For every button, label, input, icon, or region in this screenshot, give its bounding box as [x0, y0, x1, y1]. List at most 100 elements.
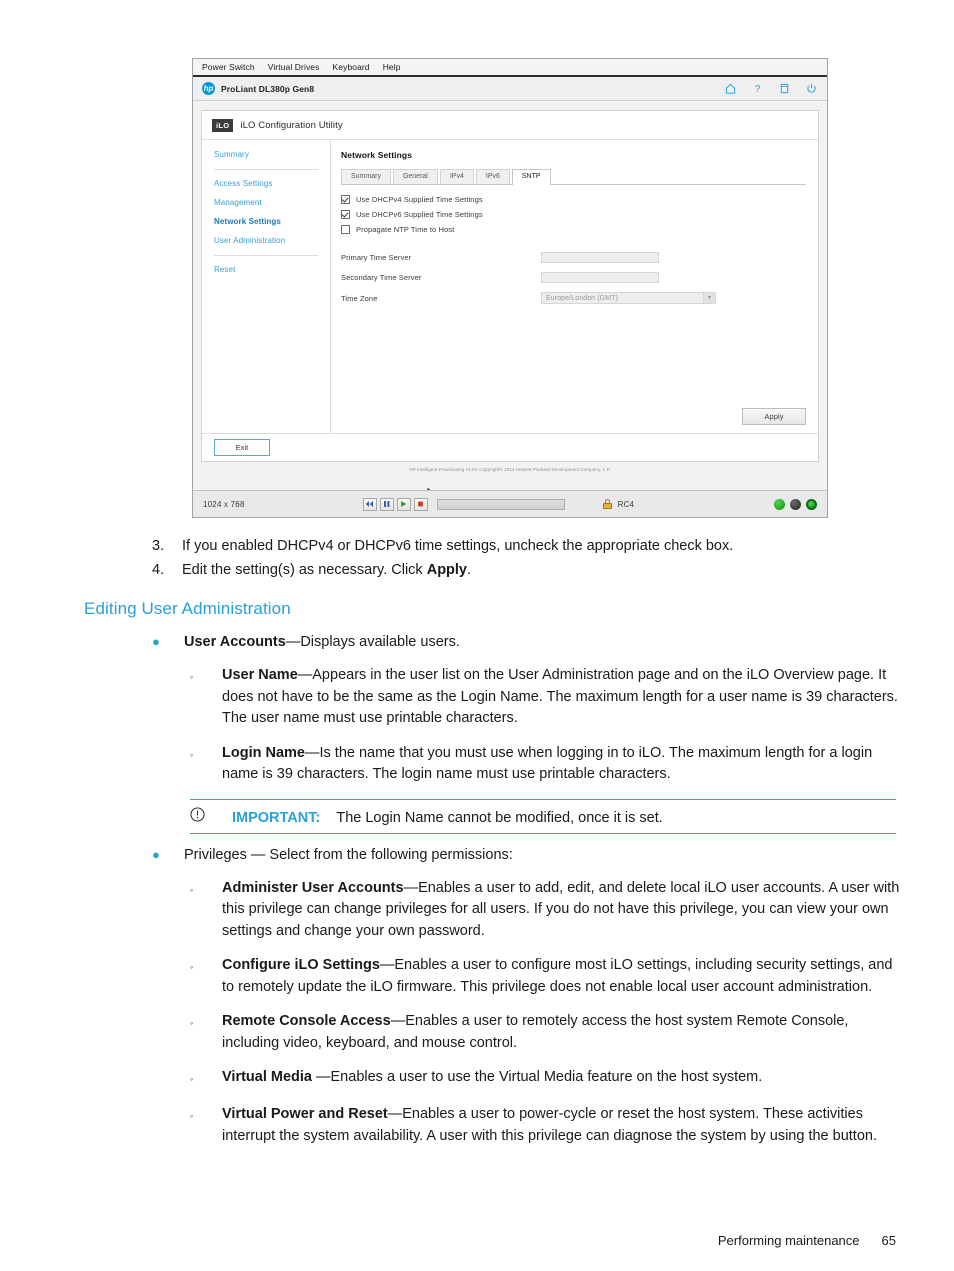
- media-progress-bar[interactable]: [436, 498, 565, 510]
- copyright-text: HP Intelligent Provisioning v1.6X Copyri…: [409, 467, 611, 472]
- privilege-3-bold: Virtual Media: [222, 1069, 317, 1085]
- footer-chapter: Performing maintenance: [717, 1233, 860, 1248]
- privilege-administer-user-accounts: ◦ Administer User Accounts—Enables a use…: [190, 878, 954, 943]
- tab-general[interactable]: General: [392, 169, 438, 184]
- page-footer: Performing maintenance 65: [718, 1233, 896, 1248]
- field-row-time-zone: Time Zone Europe/London (GMT) ▼: [341, 292, 806, 304]
- tab-ipv4[interactable]: IPv4: [439, 169, 474, 184]
- sidebar-divider-bottom: [214, 255, 318, 256]
- sub-bullet-icon: ◦: [190, 1018, 194, 1028]
- time-zone-select[interactable]: Europe/London (GMT) ▼: [541, 292, 716, 304]
- sub-bullet-user-name-rest: —Appears in the user list on the User Ad…: [222, 667, 898, 726]
- sidebar-item-reset[interactable]: Reset: [214, 265, 330, 274]
- rewind-icon[interactable]: [362, 497, 377, 511]
- exit-button[interactable]: Exit: [214, 439, 270, 456]
- important-label: IMPORTANT:: [232, 809, 321, 826]
- menu-item-power-switch[interactable]: Power Switch: [202, 62, 255, 72]
- step-3: 3. If you enabled DHCPv4 or DHCPv6 time …: [152, 535, 954, 558]
- chevron-down-icon[interactable]: ▼: [703, 293, 715, 303]
- step-4-text-after: .: [467, 562, 472, 578]
- sub-bullet-user-name-text: User Name—Appears in the user list on th…: [222, 665, 954, 730]
- privilege-1-text: Configure iLO Settings—Enables a user to…: [222, 955, 954, 998]
- checkbox-propagate-ntp-label: Propagate NTP Time to Host: [356, 225, 455, 234]
- home-icon[interactable]: [725, 83, 736, 94]
- privilege-configure-ilo-settings: ◦ Configure iLO Settings—Enables a user …: [190, 955, 954, 998]
- status-led-2: [790, 498, 801, 510]
- utility-title: iLO Configuration Utility: [240, 119, 343, 131]
- checkbox-row-propagate-ntp[interactable]: Propagate NTP Time to Host: [341, 225, 806, 234]
- sidebar-item-management[interactable]: Management: [214, 198, 330, 207]
- primary-time-server-label: Primary Time Server: [341, 253, 412, 262]
- sub-bullet-user-name: ◦ User Name—Appears in the user list on …: [190, 665, 954, 730]
- privilege-2-bold: Remote Console Access: [222, 1013, 391, 1029]
- sub-bullet-icon: ◦: [190, 962, 194, 972]
- menu-item-keyboard[interactable]: Keyboard: [333, 62, 370, 72]
- hp-logo-icon: hp: [202, 82, 215, 95]
- privilege-4-text: Virtual Power and Reset—Enables a user t…: [222, 1104, 954, 1147]
- ilo-console-screenshot: Power Switch Virtual Drives Keyboard Hel…: [192, 58, 828, 518]
- privilege-3-text: Virtual Media —Enables a user to use the…: [222, 1067, 954, 1091]
- sub-bullet-login-name-rest: —Is the name that you must use when logg…: [222, 744, 873, 783]
- sub-bullet-icon: ◦: [190, 884, 194, 895]
- sub-bullet-icon: ◦: [190, 672, 194, 682]
- step-4-text: Edit the setting(s) as necessary. Click …: [182, 559, 954, 582]
- tab-ipv6[interactable]: IPv6: [475, 169, 510, 184]
- privilege-1-bold: Configure iLO Settings: [222, 957, 380, 973]
- privilege-virtual-power-and-reset: ◦ Virtual Power and Reset—Enables a user…: [190, 1104, 954, 1147]
- sidebar-item-summary[interactable]: Summary: [214, 150, 330, 159]
- privilege-0-text: Administer User Accounts—Enables a user …: [222, 878, 954, 943]
- time-zone-label: Time Zone: [341, 293, 378, 303]
- record-icon[interactable]: [413, 497, 428, 511]
- step-3-number: 3.: [152, 538, 165, 554]
- content-pane: Network Settings Summary General IPv4 IP…: [331, 140, 818, 433]
- bullet-icon: ●: [152, 634, 160, 649]
- product-header: hp ProLiant DL380p Gen8 ?: [193, 77, 827, 101]
- media-controls: [362, 497, 565, 511]
- sidebar-item-user-administration[interactable]: User Administration: [214, 236, 330, 245]
- help-icon[interactable]: ?: [752, 83, 763, 95]
- apply-button[interactable]: Apply: [742, 408, 806, 425]
- menu-item-virtual-drives[interactable]: Virtual Drives: [268, 62, 320, 72]
- secondary-time-server-input[interactable]: [541, 272, 659, 283]
- status-led-group: [774, 498, 817, 510]
- field-row-secondary-time-server: Secondary Time Server: [341, 272, 806, 283]
- product-title: ProLiant DL380p Gen8: [221, 83, 315, 94]
- power-icon[interactable]: [806, 83, 817, 94]
- sidebar-nav: Summary Access Settings Management Netwo…: [202, 140, 331, 433]
- checkbox-dhcpv6[interactable]: [341, 210, 350, 219]
- window-icon[interactable]: [779, 83, 790, 94]
- bullet-user-accounts-rest: —Displays available users.: [285, 634, 460, 650]
- checkbox-dhcpv6-label: Use DHCPv6 Supplied Time Settings: [356, 210, 483, 219]
- privilege-2-text: Remote Console Access—Enables a user to …: [222, 1011, 954, 1054]
- play-icon[interactable]: [396, 497, 411, 511]
- checkbox-row-dhcpv4[interactable]: Use DHCPv4 Supplied Time Settings: [341, 195, 806, 204]
- utility-title-bar: iLO iLO Configuration Utility: [202, 111, 818, 140]
- step-4-bold: Apply: [426, 562, 467, 578]
- sidebar-item-network-settings[interactable]: Network Settings: [214, 217, 330, 226]
- step-4: 4. Edit the setting(s) as necessary. Cli…: [152, 559, 954, 582]
- tab-sntp[interactable]: SNTP: [511, 169, 551, 185]
- pause-icon[interactable]: [379, 497, 394, 511]
- sub-bullet-user-name-bold: User Name: [222, 667, 298, 683]
- header-icon-group: ?: [725, 83, 817, 95]
- checkbox-row-dhcpv6[interactable]: Use DHCPv6 Supplied Time Settings: [341, 210, 806, 219]
- console-menu-bar: Power Switch Virtual Drives Keyboard Hel…: [193, 59, 827, 77]
- utility-body: Summary Access Settings Management Netwo…: [202, 140, 818, 433]
- checkbox-dhcpv4[interactable]: [341, 195, 350, 204]
- console-status-bar: 1024 x 768 RC4: [193, 490, 827, 517]
- sidebar-item-access-settings[interactable]: Access Settings: [214, 179, 330, 188]
- checkbox-propagate-ntp[interactable]: [341, 225, 350, 234]
- checkbox-dhcpv4-label: Use DHCPv4 Supplied Time Settings: [356, 195, 483, 204]
- document-body: 3. If you enabled DHCPv4 or DHCPv6 time …: [0, 535, 954, 1160]
- sub-bullet-icon: ◦: [190, 1074, 194, 1084]
- tab-summary[interactable]: Summary: [341, 169, 391, 184]
- privilege-3-rest: —Enables a user to use the Virtual Media…: [316, 1069, 763, 1085]
- primary-time-server-input[interactable]: [541, 252, 659, 263]
- menu-item-help[interactable]: Help: [383, 62, 401, 72]
- encryption-indicator: RC4: [602, 499, 635, 509]
- step-4-number: 4.: [152, 562, 165, 578]
- sub-bullet-icon: ◦: [190, 749, 194, 760]
- encryption-label: RC4: [617, 499, 635, 509]
- bullet-privileges-text: Privileges — Select from the following p…: [184, 846, 513, 863]
- time-zone-value: Europe/London (GMT): [546, 294, 618, 302]
